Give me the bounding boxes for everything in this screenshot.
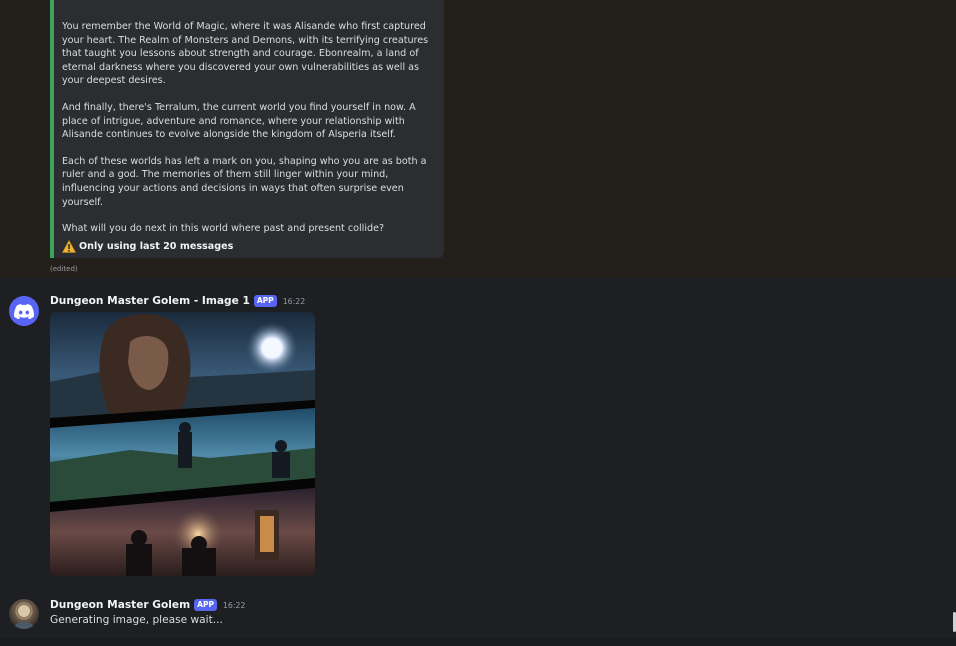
message-header: Dungeon Master Golem - Image 1 APP 16:22 <box>50 295 305 307</box>
highlighted-message: You remember the World of Magic, where i… <box>0 0 956 278</box>
username[interactable]: Dungeon Master Golem - Image 1 <box>50 295 250 307</box>
embed-question: What will you do next in this world wher… <box>62 223 385 235</box>
avatar[interactable] <box>9 296 39 326</box>
timestamp[interactable]: 16:22 <box>223 601 245 610</box>
message-header: Dungeon Master Golem APP 16:22 <box>50 599 245 611</box>
discord-logo-icon <box>14 303 34 319</box>
golem-avatar <box>14 602 34 629</box>
embed-paragraph: Each of these worlds has left a mark on … <box>62 155 427 208</box>
embed-paragraph: And finally, there's Terralum, the curre… <box>62 101 416 141</box>
embed-paragraph: You remember the World of Magic, where i… <box>62 21 429 87</box>
username[interactable]: Dungeon Master Golem <box>50 599 190 611</box>
embed-card: You remember the World of Magic, where i… <box>50 0 444 258</box>
edited-label: (edited) <box>50 265 78 273</box>
chat-input-edge <box>0 638 956 646</box>
warning-text: Only using last 20 messages <box>79 240 234 252</box>
app-badge: APP <box>194 599 217 611</box>
generated-image[interactable] <box>50 312 315 576</box>
warning-icon <box>62 240 76 253</box>
avatar[interactable] <box>9 599 39 629</box>
embed-footer: Only using last 20 messages <box>62 240 430 254</box>
message-body: Generating image, please wait... <box>50 614 223 626</box>
fantasy-triptych-image <box>50 312 315 576</box>
timestamp[interactable]: 16:22 <box>283 297 305 306</box>
app-badge: APP <box>253 295 277 307</box>
